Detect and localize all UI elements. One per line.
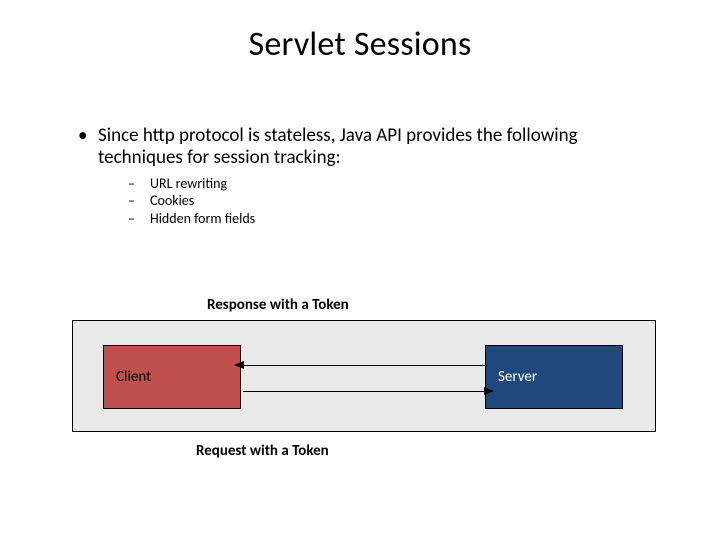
content-area: Since http protocol is stateless, Java A…: [0, 65, 720, 227]
response-label: Response with a Token: [207, 296, 349, 314]
technique-list: URL rewriting Cookies Hidden form fields: [70, 169, 650, 228]
server-box: Server: [485, 345, 623, 409]
list-item: Cookies: [128, 192, 650, 210]
diagram-container: Client Server: [72, 320, 656, 432]
response-arrow-line: [243, 365, 487, 366]
list-item: URL rewriting: [128, 175, 650, 193]
main-bullet: Since http protocol is stateless, Java A…: [70, 125, 650, 169]
page-title: Servlet Sessions: [0, 0, 720, 65]
request-label: Request with a Token: [196, 442, 329, 460]
request-arrow-line: [243, 391, 487, 392]
client-box: Client: [103, 345, 241, 409]
list-item: Hidden form fields: [128, 210, 650, 228]
arrowhead-right-icon: [484, 387, 494, 395]
arrowhead-left-icon: [234, 361, 244, 369]
